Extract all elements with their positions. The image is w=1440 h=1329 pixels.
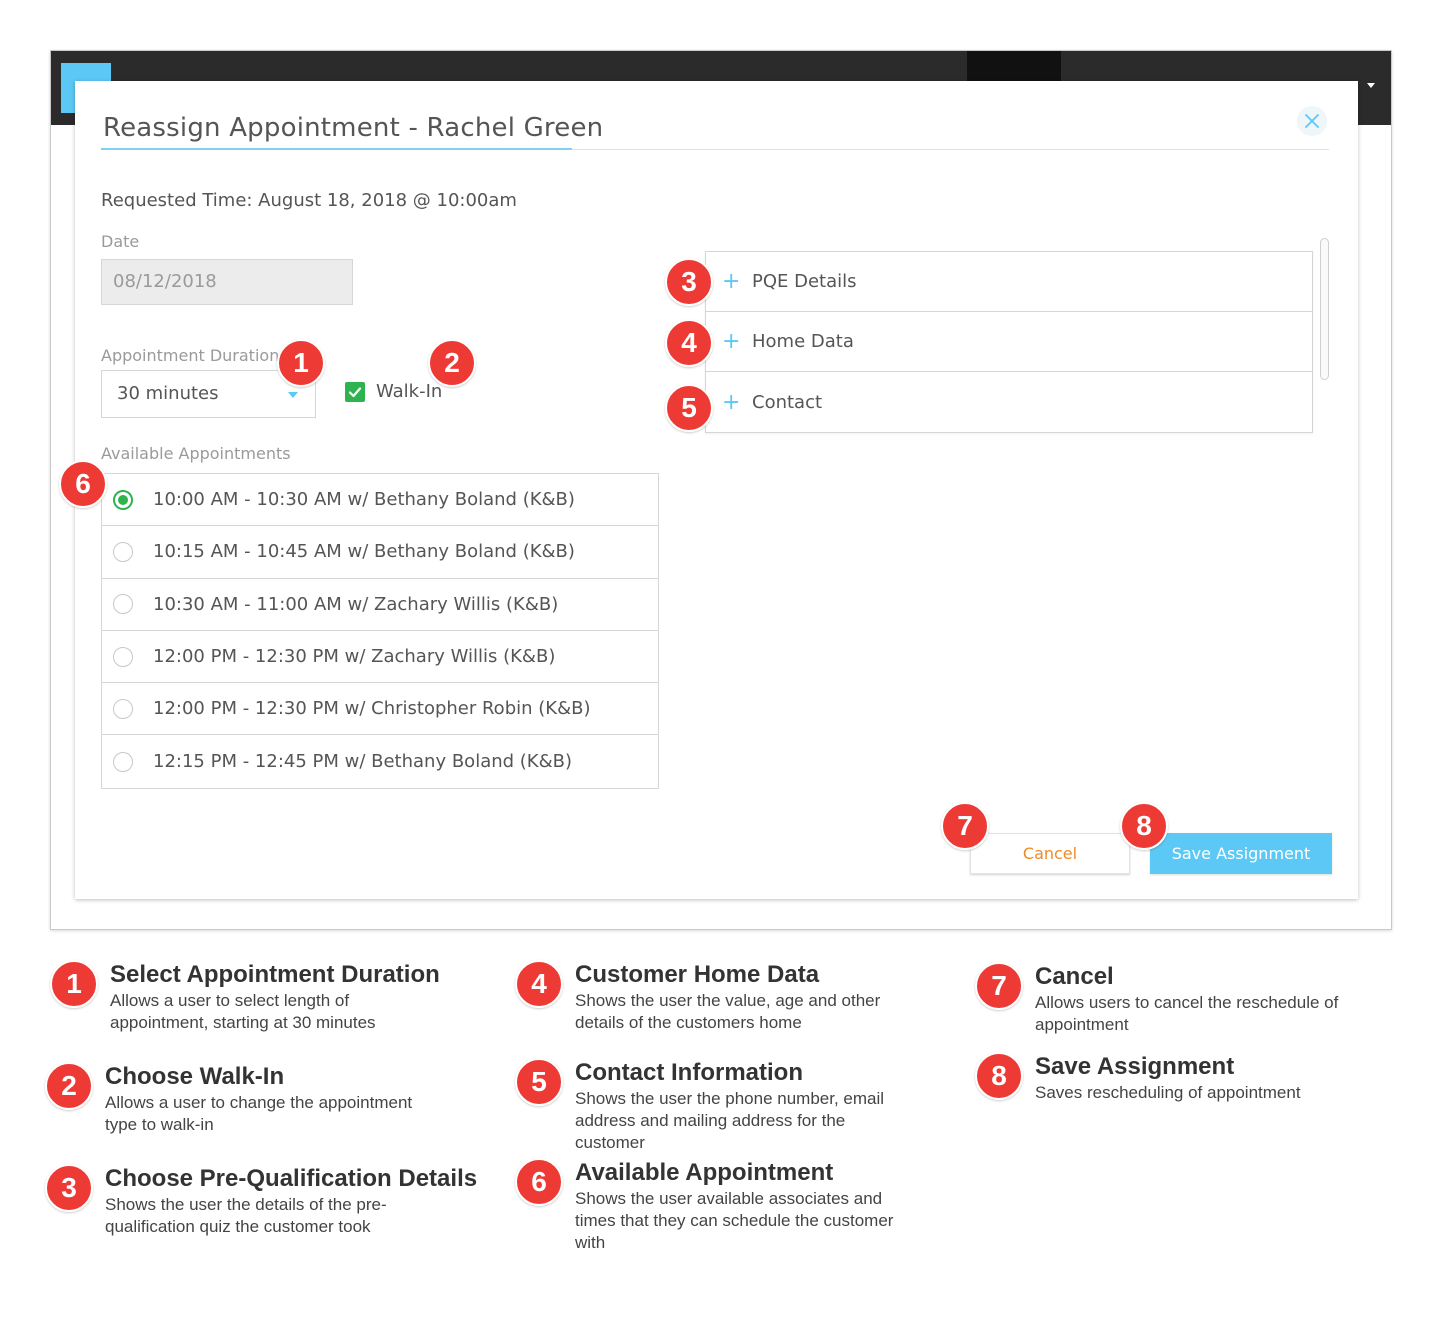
legend-badge: 8 bbox=[975, 1052, 1023, 1100]
legend-item: Choose Walk-In Allows a user to change t… bbox=[105, 1064, 465, 1136]
callout-badge: 5 bbox=[665, 384, 713, 432]
legend-item: Cancel Allows users to cancel the resche… bbox=[1035, 964, 1395, 1036]
radio-unselected[interactable] bbox=[113, 541, 133, 562]
legend-badge: 3 bbox=[45, 1164, 93, 1212]
appointment-label: 12:00 PM - 12:30 PM w/ Zachary Willis (K… bbox=[153, 646, 556, 668]
walkin-checkbox[interactable] bbox=[345, 381, 365, 402]
close-button[interactable] bbox=[1297, 106, 1327, 136]
accordion-label: Home Data bbox=[752, 331, 854, 352]
radio-selected[interactable] bbox=[113, 489, 133, 510]
scrollbar[interactable] bbox=[1320, 238, 1329, 380]
accordion-home-data[interactable]: + Home Data bbox=[706, 312, 1312, 372]
legend-desc: Allows a user to change the appointment … bbox=[105, 1093, 413, 1134]
walkin-toggle[interactable]: Walk-In bbox=[345, 381, 442, 402]
radio-unselected[interactable] bbox=[113, 646, 133, 667]
legend-desc: Allows a user to select length of appoin… bbox=[110, 991, 376, 1032]
accordion-pqe-details[interactable]: + PQE Details bbox=[706, 252, 1312, 312]
plus-icon: + bbox=[722, 329, 741, 354]
legend-item: Available Appointment Shows the user ava… bbox=[575, 1160, 935, 1254]
legend-item: Choose Pre-Qualification Details Shows t… bbox=[105, 1166, 495, 1238]
accordion-contact[interactable]: + Contact bbox=[706, 372, 1312, 432]
caret-down-icon bbox=[288, 392, 298, 398]
legend-badge: 6 bbox=[515, 1158, 563, 1206]
radio-unselected[interactable] bbox=[113, 594, 133, 615]
legend-badge: 2 bbox=[45, 1062, 93, 1110]
save-assignment-button[interactable]: Save Assignment bbox=[1150, 833, 1332, 874]
legend-desc: Allows users to cancel the reschedule of… bbox=[1035, 993, 1339, 1034]
appointment-label: 10:30 AM - 11:00 AM w/ Zachary Willis (K… bbox=[153, 593, 559, 615]
appointment-label: 12:00 PM - 12:30 PM w/ Christopher Robin… bbox=[153, 698, 591, 720]
reassign-modal: Reassign Appointment - Rachel Green Requ… bbox=[75, 81, 1358, 899]
date-field[interactable]: 08/12/2018 bbox=[101, 259, 353, 305]
legend-desc: Shows the user the phone number, email a… bbox=[575, 1089, 885, 1152]
appointment-option[interactable]: 10:30 AM - 11:00 AM w/ Zachary Willis (K… bbox=[102, 579, 658, 631]
legend-title: Choose Walk-In bbox=[105, 1063, 285, 1090]
legend-title: Available Appointment bbox=[575, 1159, 834, 1186]
available-appointments-label: Available Appointments bbox=[101, 444, 291, 463]
date-label: Date bbox=[101, 232, 140, 251]
legend-title: Cancel bbox=[1035, 963, 1114, 990]
appointment-option[interactable]: 12:00 PM - 12:30 PM w/ Christopher Robin… bbox=[102, 683, 658, 736]
plus-icon: + bbox=[722, 389, 741, 415]
appointment-label: 10:00 AM - 10:30 AM w/ Bethany Boland (K… bbox=[153, 489, 575, 511]
callout-badge: 2 bbox=[428, 339, 476, 387]
callout-badge: 8 bbox=[1120, 802, 1168, 850]
appointment-list: 10:00 AM - 10:30 AM w/ Bethany Boland (K… bbox=[101, 473, 659, 789]
legend-title: Customer Home Data bbox=[575, 961, 820, 988]
callout-badge: 1 bbox=[277, 339, 325, 387]
legend-badge: 1 bbox=[50, 960, 98, 1008]
accordion-label: PQE Details bbox=[752, 271, 857, 292]
legend-badge: 7 bbox=[975, 962, 1023, 1010]
callout-badge: 6 bbox=[59, 460, 107, 508]
cancel-button[interactable]: Cancel bbox=[970, 833, 1130, 874]
appointment-option[interactable]: 10:00 AM - 10:30 AM w/ Bethany Boland (K… bbox=[102, 474, 658, 527]
callout-badge: 4 bbox=[665, 319, 713, 367]
legend-desc: Saves rescheduling of appointment bbox=[1035, 1083, 1301, 1102]
duration-value: 30 minutes bbox=[117, 383, 219, 404]
callout-badge: 7 bbox=[941, 802, 989, 850]
close-icon bbox=[1305, 114, 1319, 128]
appointment-label: 12:15 PM - 12:45 PM w/ Bethany Boland (K… bbox=[153, 751, 573, 773]
legend-title: Save Assignment bbox=[1035, 1053, 1235, 1080]
legend-item: Contact Information Shows the user the p… bbox=[575, 1060, 935, 1154]
plus-icon: + bbox=[722, 269, 741, 294]
checkmark-icon bbox=[348, 386, 362, 397]
legend-item: Select Appointment Duration Allows a use… bbox=[110, 962, 470, 1034]
appointment-option[interactable]: 12:15 PM - 12:45 PM w/ Bethany Boland (K… bbox=[102, 735, 658, 787]
legend-desc: Shows the user the value, age and other … bbox=[575, 991, 881, 1032]
legend-title: Choose Pre-Qualification Details bbox=[105, 1165, 478, 1192]
duration-label: Appointment Duration bbox=[101, 346, 280, 365]
appointment-label: 10:15 AM - 10:45 AM w/ Bethany Boland (K… bbox=[153, 541, 575, 563]
details-accordion: + PQE Details + Home Data + Contact bbox=[705, 251, 1313, 433]
legend-badge: 4 bbox=[515, 960, 563, 1008]
title-accent-underline bbox=[101, 148, 572, 150]
accordion-label: Contact bbox=[752, 391, 823, 413]
legend-desc: Shows the user available associates and … bbox=[575, 1189, 894, 1252]
legend-title: Contact Information bbox=[575, 1059, 803, 1086]
legend-item: Customer Home Data Shows the user the va… bbox=[575, 962, 935, 1034]
radio-unselected[interactable] bbox=[113, 698, 133, 719]
walkin-label: Walk-In bbox=[376, 381, 443, 402]
appointment-option[interactable]: 10:15 AM - 10:45 AM w/ Bethany Boland (K… bbox=[102, 526, 658, 579]
appointment-option[interactable]: 12:00 PM - 12:30 PM w/ Zachary Willis (K… bbox=[102, 631, 658, 684]
modal-title: Reassign Appointment - Rachel Green bbox=[103, 113, 604, 143]
legend-desc: Shows the user the details of the pre-qu… bbox=[105, 1195, 387, 1236]
radio-unselected[interactable] bbox=[113, 751, 133, 772]
requested-time: Requested Time: August 18, 2018 @ 10:00a… bbox=[101, 190, 517, 211]
callout-badge: 3 bbox=[665, 258, 713, 306]
chevron-down-icon[interactable] bbox=[1367, 83, 1375, 88]
legend-title: Select Appointment Duration bbox=[110, 961, 440, 988]
legend-badge: 5 bbox=[515, 1058, 563, 1106]
legend-item: Save Assignment Saves rescheduling of ap… bbox=[1035, 1054, 1395, 1104]
